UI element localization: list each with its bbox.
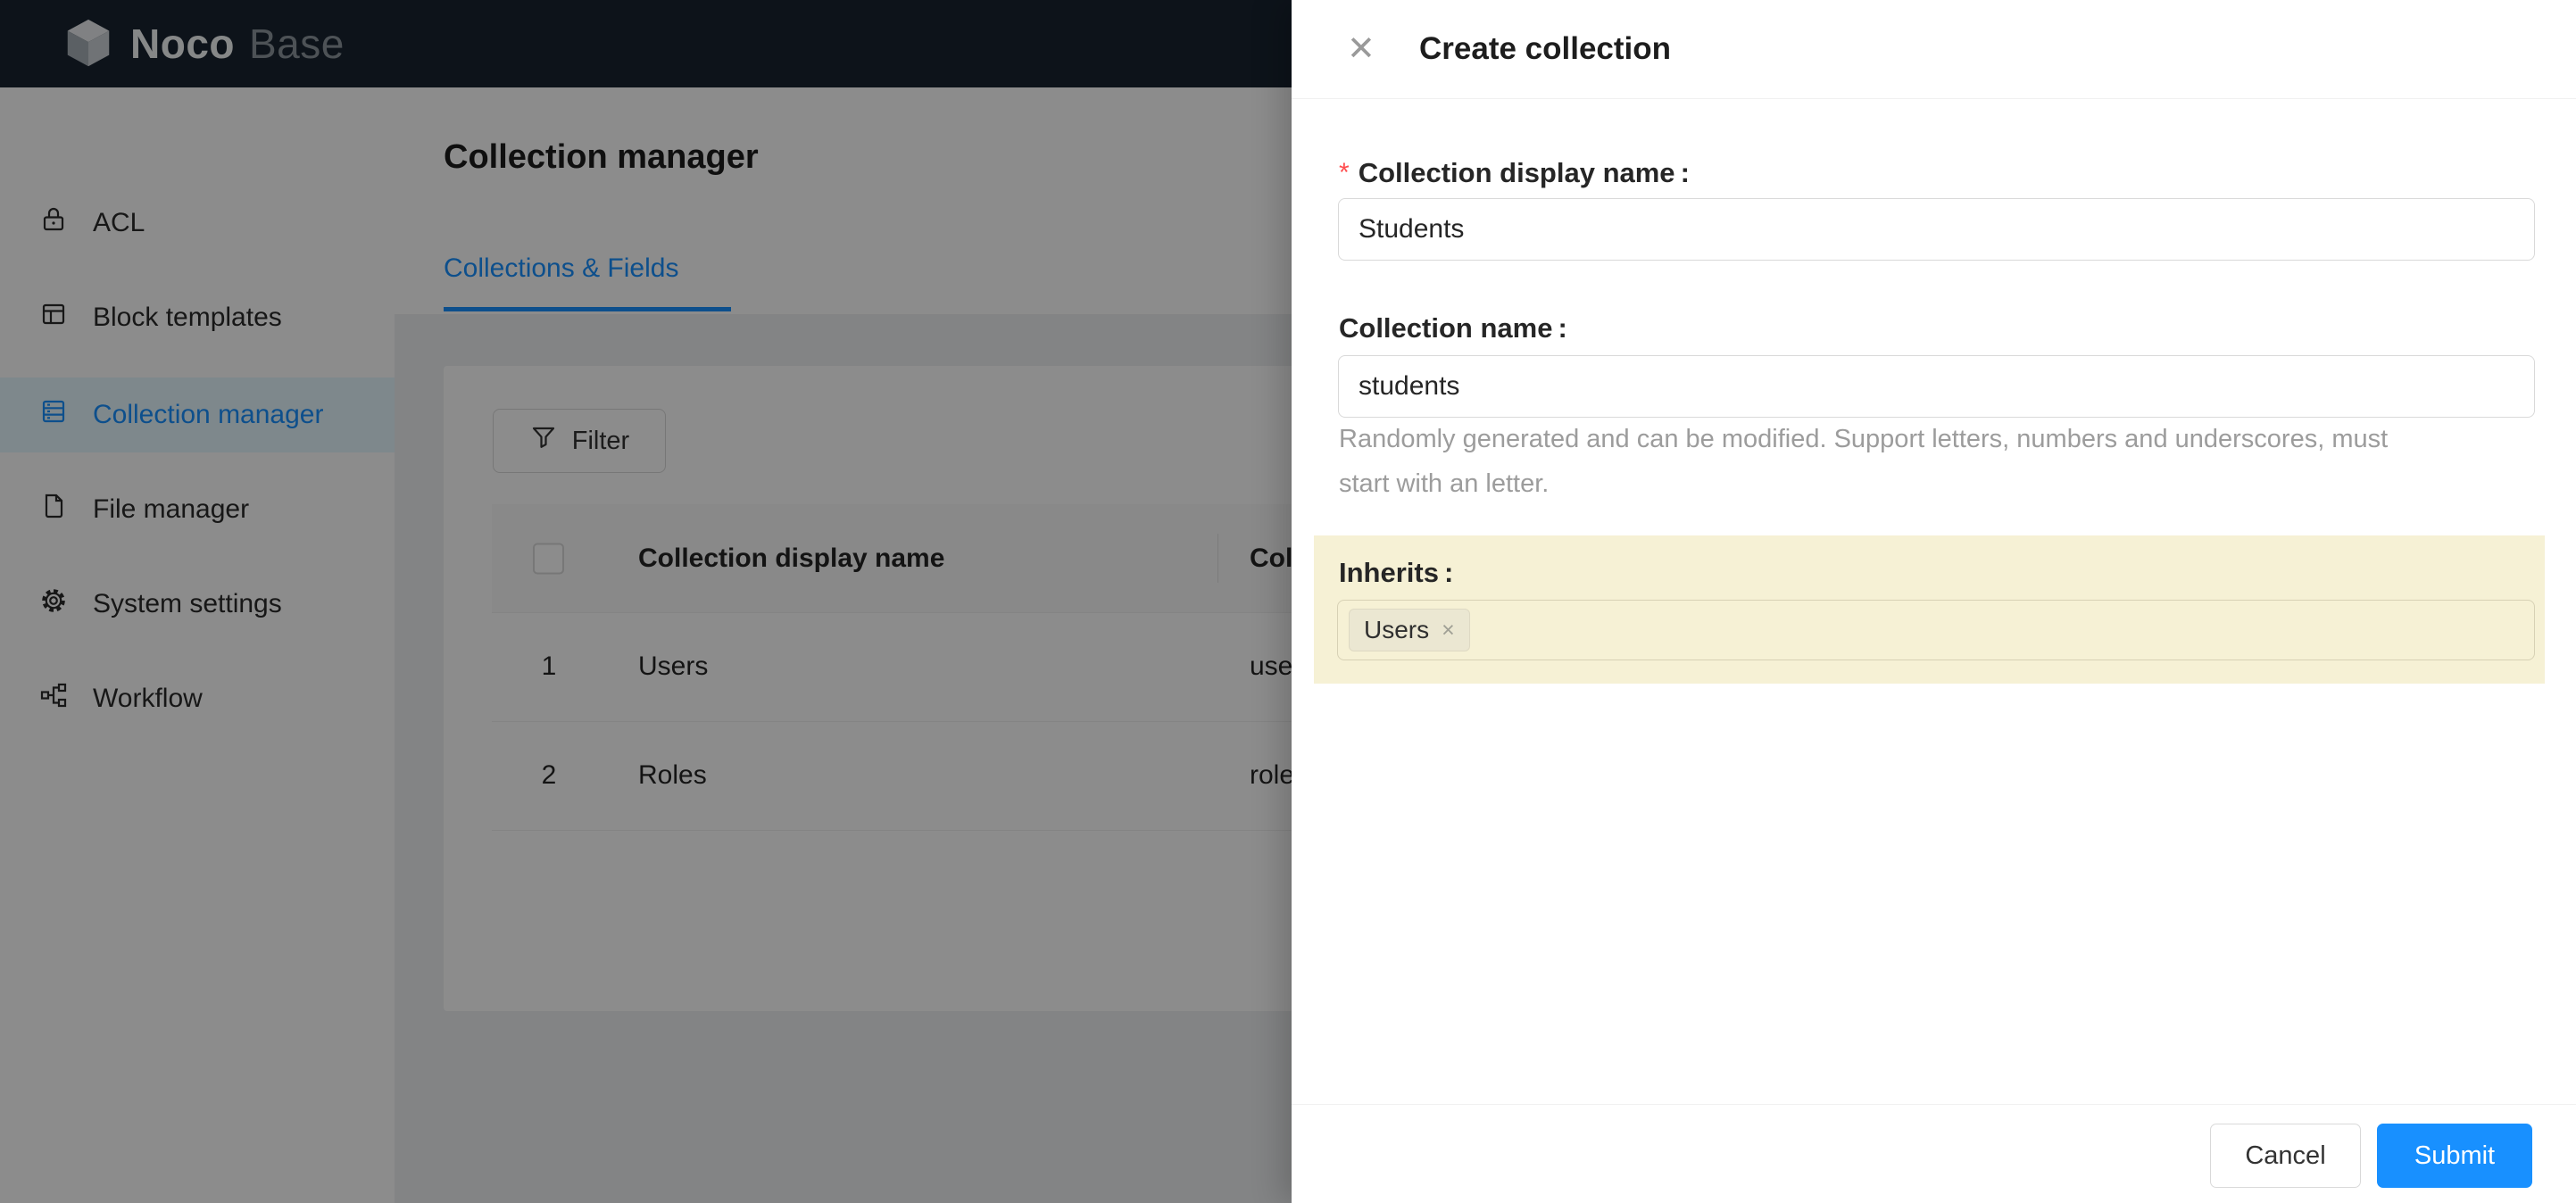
inherits-tag-users[interactable]: Users ×	[1349, 609, 1470, 651]
drawer-title: Create collection	[1419, 31, 1672, 66]
collection-name-label: Collection name :	[1339, 312, 1567, 344]
inherits-highlight-block: Inherits : Users ×	[1314, 535, 2545, 684]
inherits-select[interactable]: Users ×	[1337, 600, 2535, 660]
collection-display-name-input[interactable]	[1338, 198, 2535, 261]
collection-name-input[interactable]	[1338, 355, 2535, 418]
inherits-label: Inherits :	[1339, 557, 1454, 588]
close-icon[interactable]: ✕	[1347, 32, 1375, 66]
tag-remove-icon[interactable]: ×	[1442, 618, 1455, 642]
create-collection-drawer: ✕ Create collection * Collection display…	[1292, 0, 2576, 1203]
submit-button[interactable]: Submit	[2377, 1124, 2532, 1188]
drawer-header: ✕ Create collection	[1292, 0, 2576, 99]
app-root: Noco Base ACL Block templates Collection…	[0, 0, 2576, 1203]
collection-name-help: Randomly generated and can be modified. …	[1339, 425, 2389, 498]
drawer-footer: Cancel Submit	[1292, 1104, 2576, 1203]
cancel-button[interactable]: Cancel	[2210, 1124, 2361, 1188]
display-name-label: * Collection display name :	[1339, 157, 1690, 188]
tag-label: Users	[1364, 616, 1430, 643]
required-mark: *	[1339, 158, 1350, 187]
